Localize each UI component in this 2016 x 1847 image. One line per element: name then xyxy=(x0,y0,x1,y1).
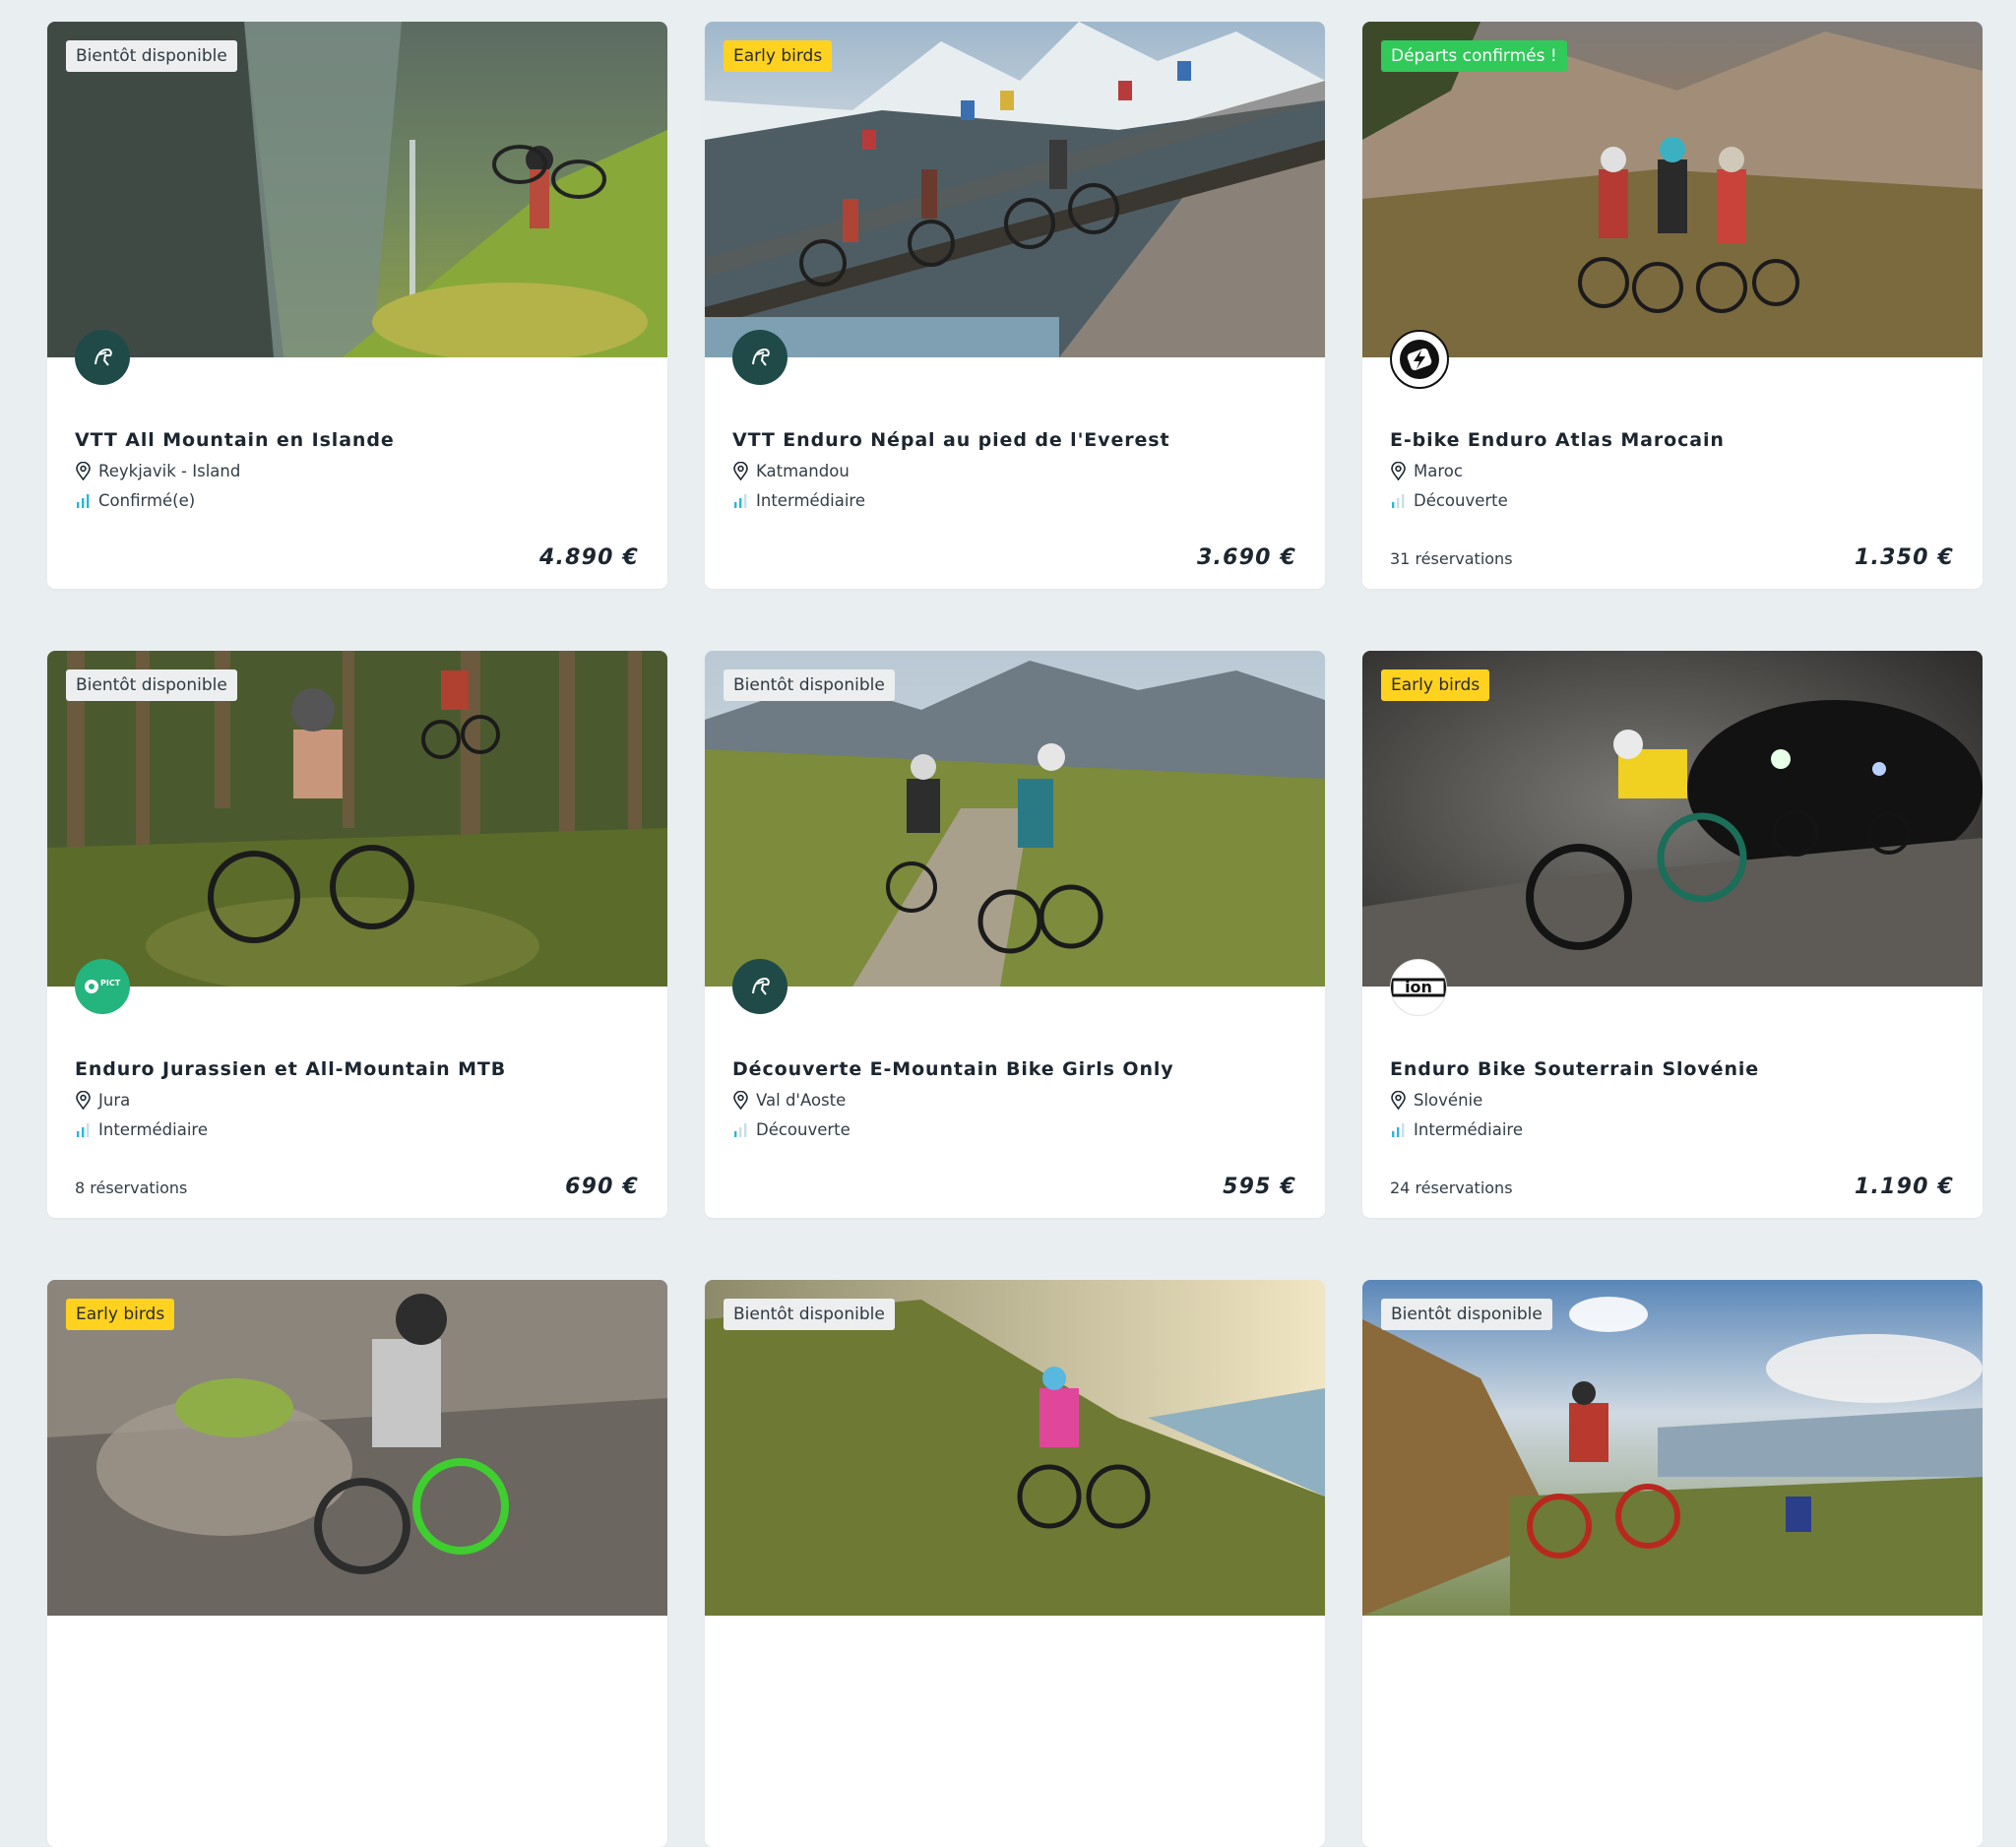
level-bars-icon xyxy=(77,493,90,508)
trip-level: Intermédiaire xyxy=(75,1120,208,1139)
trip-title[interactable]: VTT Enduro Népal au pied de l'Everest xyxy=(732,429,1305,451)
trip-photo[interactable] xyxy=(1362,1280,1983,1616)
picture-logo-text: PICT URE xyxy=(100,979,122,987)
trip-price: 690 € xyxy=(565,1175,639,1199)
trip-location-label: Reykjavik - Island xyxy=(98,462,241,480)
lightning-logo-icon xyxy=(1390,330,1449,389)
climber-logo-icon xyxy=(75,330,130,385)
trip-photo[interactable] xyxy=(705,651,1325,987)
trip-photo-image xyxy=(47,1280,667,1616)
trip-location: Slovénie xyxy=(1390,1091,1482,1110)
status-badge: Bientôt disponible xyxy=(724,1299,895,1330)
location-pin-icon xyxy=(733,1091,748,1110)
trip-card[interactable]: Bientôt disponible xyxy=(705,1280,1325,1847)
level-bars-icon xyxy=(734,1122,747,1137)
status-badge: Départs confirmés ! xyxy=(1381,40,1567,72)
trip-photo-image xyxy=(705,22,1325,357)
trip-title[interactable]: Enduro Bike Souterrain Slovénie xyxy=(1390,1058,1963,1080)
trip-level: Intermédiaire xyxy=(732,491,865,510)
trip-photo-image xyxy=(1362,1280,1983,1616)
trip-photo[interactable] xyxy=(1362,651,1983,987)
trip-location-label: Katmandou xyxy=(756,462,850,480)
reservations-count: 8 réservations xyxy=(75,1178,188,1197)
trip-photo[interactable] xyxy=(47,22,667,357)
picture-brand-logo-icon: PICT URE xyxy=(75,959,130,1014)
trip-price: 4.890 € xyxy=(539,545,639,570)
trip-level-label: Intermédiaire xyxy=(98,1120,208,1139)
trip-level-label: Confirmé(e) xyxy=(98,491,196,510)
reservations-count: 24 réservations xyxy=(1390,1178,1513,1197)
level-bars-icon xyxy=(1392,1122,1405,1137)
trip-location-label: Val d'Aoste xyxy=(756,1091,847,1110)
location-pin-icon xyxy=(76,1091,91,1110)
trip-photo[interactable] xyxy=(47,1280,667,1616)
trip-location-label: Slovénie xyxy=(1414,1091,1483,1110)
trip-location: Katmandou xyxy=(732,462,850,480)
status-badge: Early birds xyxy=(724,40,833,72)
level-bars-icon xyxy=(1392,493,1405,508)
trip-card[interactable]: Early birds ion Enduro Bike Souterrain S… xyxy=(1362,651,1983,1218)
status-badge: Bientôt disponible xyxy=(66,40,237,72)
trip-photo-image xyxy=(47,22,667,357)
status-badge: Early birds xyxy=(1381,669,1490,701)
trip-photo[interactable] xyxy=(705,1280,1325,1616)
trip-photo-image xyxy=(1362,22,1983,357)
trip-card[interactable]: Bientôt disponible PICT URE Enduro Juras… xyxy=(47,651,667,1218)
trip-title[interactable]: Découverte E-Mountain Bike Girls Only xyxy=(732,1058,1305,1080)
reservations-count: 31 réservations xyxy=(1390,549,1513,568)
trip-price: 595 € xyxy=(1223,1175,1296,1199)
trip-photo-image xyxy=(47,651,667,987)
level-bars-icon xyxy=(734,493,747,508)
trip-location-label: Maroc xyxy=(1414,462,1463,480)
trip-location-label: Jura xyxy=(98,1091,131,1110)
trip-card[interactable]: Départs confirmés ! E-bike Enduro Atlas … xyxy=(1362,22,1983,589)
trip-level-label: Intermédiaire xyxy=(756,491,865,510)
trip-photo-image xyxy=(705,1280,1325,1616)
location-pin-icon xyxy=(1391,1091,1406,1110)
trip-card[interactable]: Early birds VTT Enduro Népal au pied de … xyxy=(705,22,1325,589)
trip-level: Découverte xyxy=(732,1120,850,1139)
ion-logo-icon: ion xyxy=(1390,959,1447,1016)
trip-photo[interactable] xyxy=(1362,22,1983,357)
trip-card-grid: Bientôt disponible VTT All Mountain en I… xyxy=(0,0,2016,1847)
trip-title[interactable]: Enduro Jurassien et All-Mountain MTB xyxy=(75,1058,648,1080)
trip-level: Intermédiaire xyxy=(1390,1120,1523,1139)
climber-logo-icon xyxy=(732,959,788,1014)
status-badge: Early birds xyxy=(66,1299,175,1330)
trip-price: 3.690 € xyxy=(1197,545,1296,570)
trip-level-label: Découverte xyxy=(756,1120,850,1139)
trip-location: Jura xyxy=(75,1091,130,1110)
location-pin-icon xyxy=(1391,462,1406,480)
trip-level: Confirmé(e) xyxy=(75,491,195,510)
trip-card[interactable]: Bientôt disponible xyxy=(1362,1280,1983,1847)
trip-location: Reykjavik - Island xyxy=(75,462,240,480)
trip-level: Découverte xyxy=(1390,491,1508,510)
trip-level-label: Intermédiaire xyxy=(1414,1120,1523,1139)
trip-card[interactable]: Bientôt disponible Découverte E-Mountain… xyxy=(705,651,1325,1218)
status-badge: Bientôt disponible xyxy=(1381,1299,1552,1330)
trip-price: 1.190 € xyxy=(1855,1175,1954,1199)
trip-photo-image xyxy=(1362,651,1983,987)
level-bars-icon xyxy=(77,1122,90,1137)
status-badge: Bientôt disponible xyxy=(66,669,237,701)
trip-location: Maroc xyxy=(1390,462,1463,480)
location-pin-icon xyxy=(733,462,748,480)
trip-location: Val d'Aoste xyxy=(732,1091,846,1110)
trip-level-label: Découverte xyxy=(1414,491,1508,510)
trip-price: 1.350 € xyxy=(1855,545,1954,570)
trip-title[interactable]: VTT All Mountain en Islande xyxy=(75,429,648,451)
climber-logo-icon xyxy=(732,330,788,385)
trip-card[interactable]: Bientôt disponible VTT All Mountain en I… xyxy=(47,22,667,589)
trip-photo-image xyxy=(705,651,1325,987)
location-pin-icon xyxy=(76,462,91,480)
trip-photo[interactable] xyxy=(47,651,667,987)
trip-photo[interactable] xyxy=(705,22,1325,357)
trip-card[interactable]: Early birds xyxy=(47,1280,667,1847)
trip-title[interactable]: E-bike Enduro Atlas Marocain xyxy=(1390,429,1963,451)
status-badge: Bientôt disponible xyxy=(724,669,895,701)
